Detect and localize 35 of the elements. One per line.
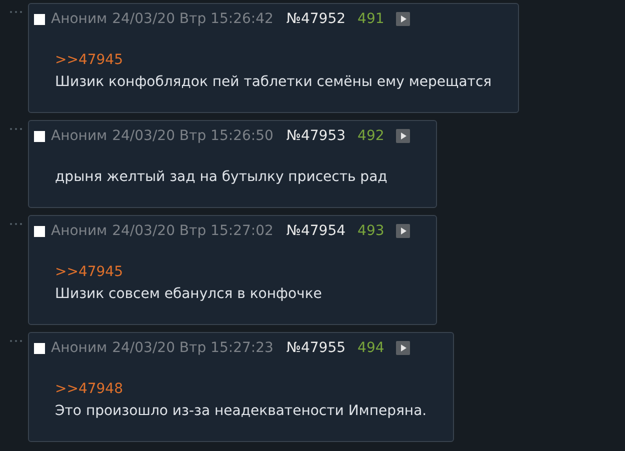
post-index: 493 (358, 223, 384, 239)
post-number[interactable]: №47953 (286, 128, 346, 144)
post-date: 24/03/20 Втр 15:26:50 (112, 128, 274, 144)
post-date: 24/03/20 Втр 15:27:23 (112, 340, 274, 356)
post-number[interactable]: №47954 (286, 223, 346, 239)
poster-name: Аноним (51, 128, 108, 144)
post-index: 491 (358, 11, 384, 27)
play-icon[interactable] (396, 224, 410, 238)
select-checkbox[interactable] (34, 130, 45, 142)
post-text: Шизик конфоблядок пей таблетки семёны ему мерещатся (55, 73, 492, 92)
poster-name: Аноним (51, 11, 108, 27)
post-date: 24/03/20 Втр 15:26:42 (112, 11, 274, 27)
post-index: 492 (358, 128, 384, 144)
post-text: Шизик совсем ебанулся в конфочке (55, 285, 323, 304)
play-icon[interactable] (396, 12, 410, 26)
reply-link[interactable]: >>47945 (55, 261, 410, 283)
poster-name: Аноним (51, 340, 108, 356)
play-icon[interactable] (396, 341, 410, 355)
select-checkbox[interactable] (34, 14, 45, 24)
poster-name: Аноним (51, 223, 108, 239)
more-icon[interactable] (9, 222, 23, 226)
more-icon[interactable] (9, 339, 23, 343)
reply-link[interactable]: >>47948 (55, 378, 427, 400)
play-icon[interactable] (396, 129, 410, 143)
more-icon[interactable] (9, 10, 23, 14)
more-icon[interactable] (9, 127, 23, 131)
post-text: Это произошло из-за неадекватености Имперяна. (55, 402, 427, 421)
post-number[interactable]: №47955 (286, 340, 346, 356)
post-date: 24/03/20 Втр 15:27:02 (112, 223, 274, 239)
select-checkbox[interactable] (34, 342, 45, 354)
post-index: 494 (358, 340, 384, 356)
select-checkbox[interactable] (34, 226, 45, 236)
reply-link[interactable]: >>47945 (55, 49, 492, 71)
post-number[interactable]: №47952 (286, 11, 346, 27)
post-text: дрыня желтый зад на бутылку присесть рад (55, 168, 388, 187)
